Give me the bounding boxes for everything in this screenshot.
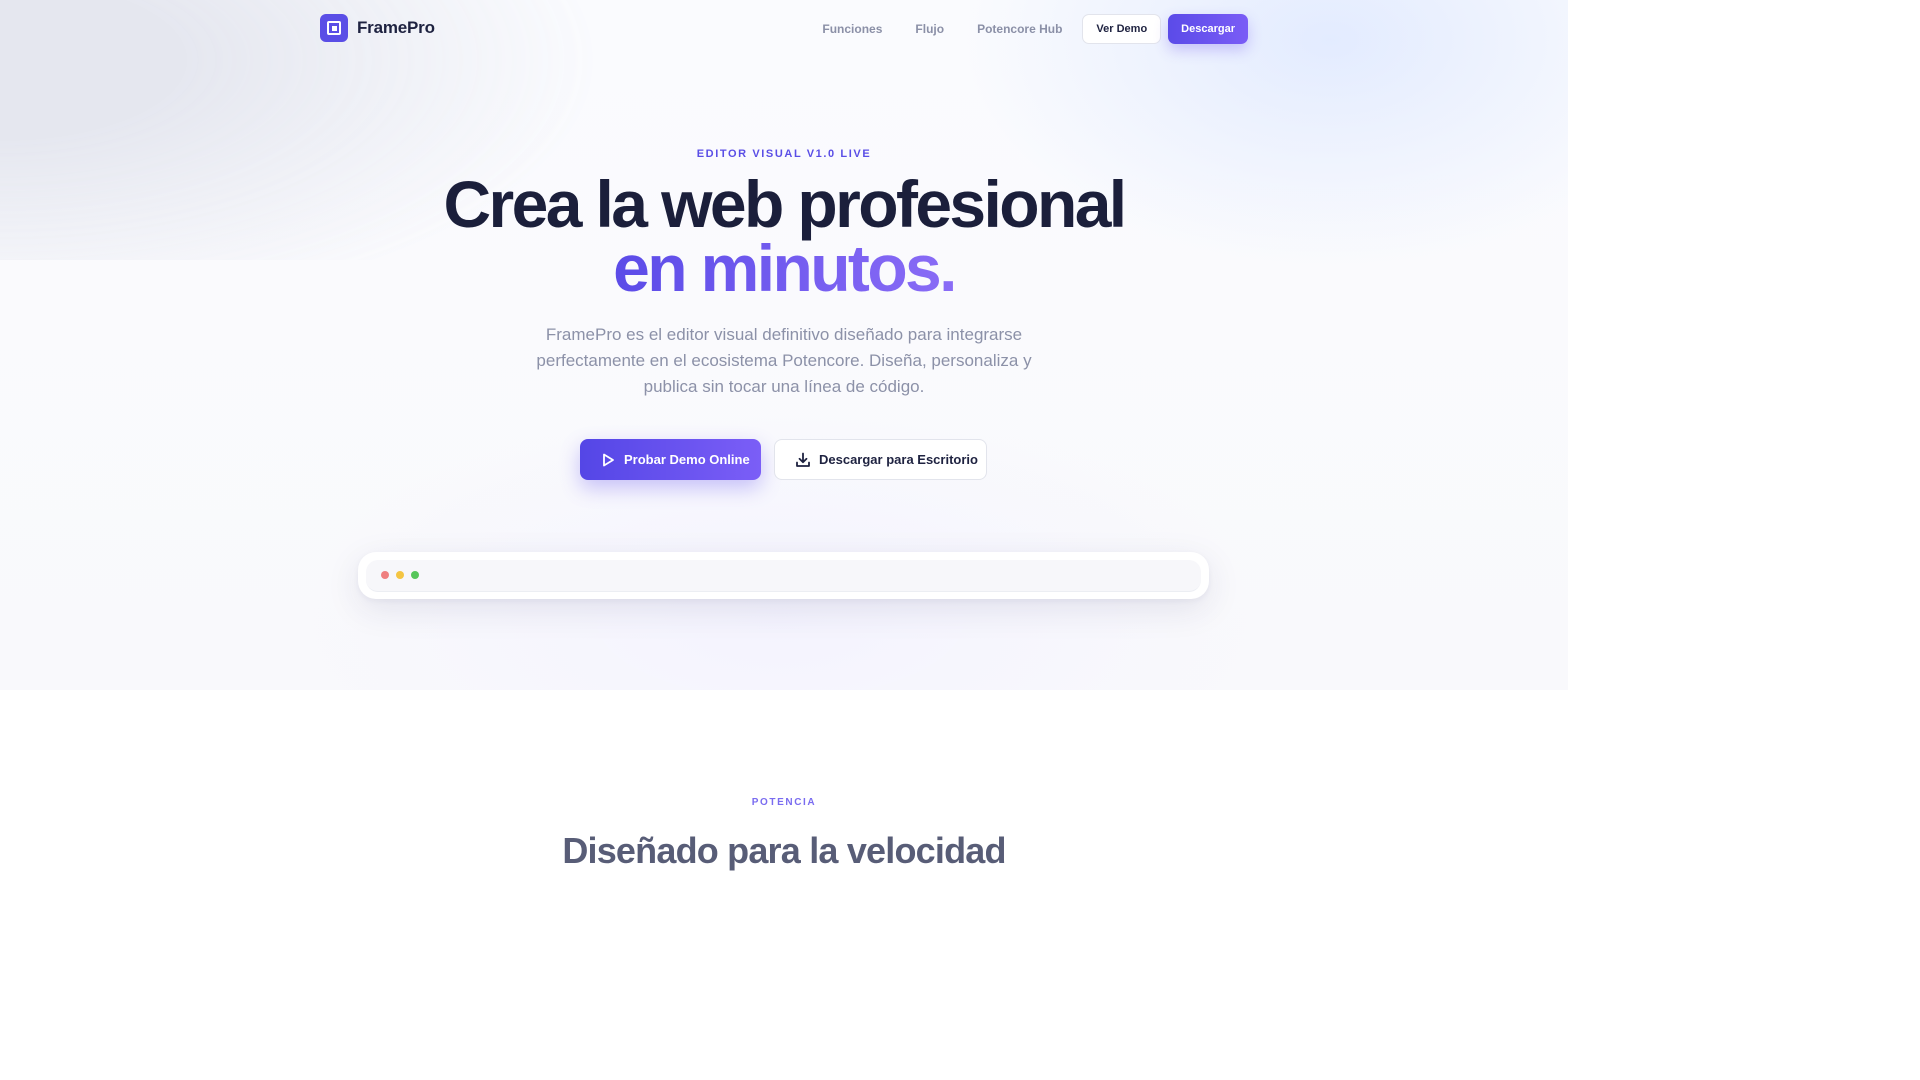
brand-logo[interactable]: FramePro [320, 14, 435, 42]
nav-link-potencore-hub[interactable]: Potencore Hub [977, 22, 1062, 36]
download-icon [796, 452, 810, 467]
brand-name: FramePro [357, 18, 435, 37]
frame-logo-icon [320, 14, 348, 42]
hero-eyebrow: EDITOR VISUAL V1.0 LIVE [696, 148, 872, 160]
view-demo-button[interactable]: Ver Demo [1082, 14, 1162, 44]
hero-title-line1: Crea la web profesional [443, 167, 1127, 241]
top-navigation: FramePro Funciones Flujo Potencore Hub V… [320, 14, 1248, 44]
try-demo-online-label: Probar Demo Online [624, 452, 750, 467]
hero-subtitle: FramePro es el editor visual definitivo … [536, 325, 1032, 396]
download-button[interactable]: Descargar [1168, 14, 1248, 44]
download-desktop-button[interactable]: Descargar para Escritorio [774, 439, 987, 480]
window-maximize-dot-icon [411, 571, 419, 579]
window-minimize-dot-icon [396, 571, 404, 579]
nav-link-flujo[interactable]: Flujo [915, 22, 944, 36]
nav-link-funciones[interactable]: Funciones [822, 22, 882, 36]
hero-title-line2: en minutos. [613, 231, 957, 305]
download-desktop-label: Descargar para Escritorio [819, 452, 978, 467]
features-title: Diseñado para la velocidad [562, 830, 1006, 871]
editor-preview-window [358, 552, 1209, 599]
window-title-bar [366, 560, 1201, 592]
nav-links: Funciones Flujo Potencore Hub Ver Demo D… [822, 14, 1248, 44]
features-eyebrow: POTENCIA [751, 797, 817, 808]
window-close-dot-icon [381, 571, 389, 579]
try-demo-online-button[interactable]: Probar Demo Online [580, 439, 761, 480]
hero-title: Crea la web profesional en minutos. [0, 171, 1568, 301]
play-icon [603, 453, 614, 466]
